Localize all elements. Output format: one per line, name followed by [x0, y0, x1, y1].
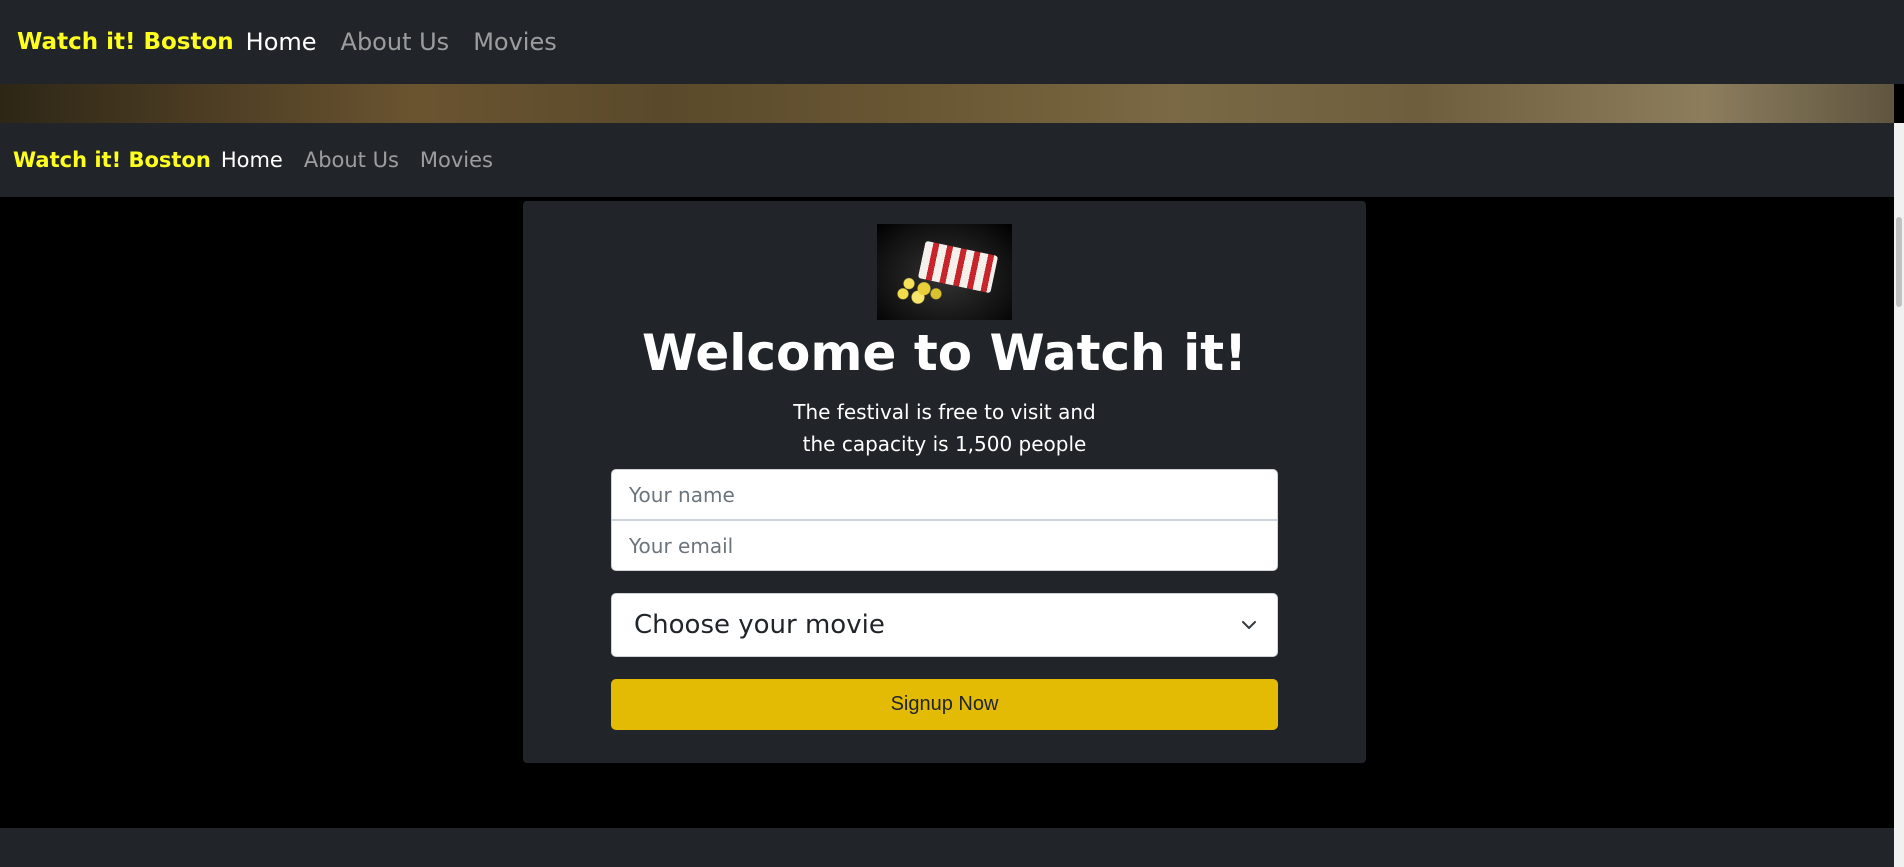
popcorn-image [877, 224, 1012, 320]
footer-section [0, 828, 1894, 867]
page-title: Welcome to Watch it! [642, 324, 1247, 382]
nav-link-about-us[interactable]: About Us [304, 148, 399, 172]
nav-link-about-us[interactable]: About Us [341, 28, 450, 56]
movie-select-value: Choose your movie [634, 610, 885, 640]
nav-link-movies[interactable]: Movies [420, 148, 493, 172]
nav-link-home[interactable]: Home [221, 148, 283, 172]
nav-link-home[interactable]: Home [246, 28, 317, 56]
subtitle-line-1: The festival is free to visit and [793, 400, 1096, 424]
nav-link-movies[interactable]: Movies [473, 28, 557, 56]
brand-link[interactable]: Watch it! Boston [17, 29, 234, 55]
page-scrollbar[interactable] [1894, 123, 1904, 867]
movie-select[interactable]: Choose your movie [611, 593, 1278, 657]
name-input[interactable] [611, 469, 1278, 520]
top-navbar: Watch it! Boston Home About Us Movies [0, 0, 1904, 84]
email-input[interactable] [611, 520, 1278, 571]
scrollbar-thumb[interactable] [1896, 217, 1902, 307]
secondary-navbar: Watch it! Boston Home About Us Movies [0, 123, 1894, 197]
signup-button[interactable]: Signup Now [611, 679, 1278, 730]
brand-link[interactable]: Watch it! Boston [13, 148, 211, 172]
subtitle-line-2: the capacity is 1,500 people [802, 432, 1087, 456]
hero-banner-image [0, 84, 1894, 123]
chevron-down-icon [1242, 621, 1256, 629]
signup-card: Welcome to Watch it! The festival is fre… [523, 201, 1366, 763]
popcorn-pile-graphic [891, 270, 951, 304]
